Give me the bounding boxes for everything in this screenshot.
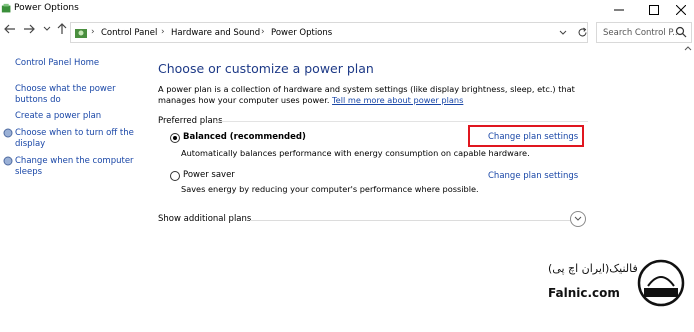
watermark-site-text: Falnic.com [548, 286, 620, 300]
intro-text: A power plan is a collection of hardware… [158, 84, 588, 106]
sidebar-item-label: display [15, 139, 46, 149]
highlight-box [468, 125, 584, 147]
back-button[interactable] [3, 23, 17, 37]
breadcrumb-separator: › [91, 27, 95, 37]
sidebar-item-label: buttons do [15, 95, 61, 105]
learn-more-link[interactable]: Tell me more about power plans [332, 95, 463, 105]
window-title: Power Options [14, 3, 79, 13]
divider [216, 121, 588, 122]
control-panel-icon [75, 29, 87, 38]
recent-locations-button[interactable] [40, 23, 54, 37]
control-panel-home-link[interactable]: Control Panel Home [15, 58, 99, 69]
refresh-icon [578, 27, 586, 36]
maximize-button[interactable] [641, 0, 667, 20]
scroll-up-button[interactable] [682, 45, 694, 55]
breadcrumb-control-panel[interactable]: Control Panel [101, 28, 157, 38]
page-title: Choose or customize a power plan [158, 61, 374, 76]
breadcrumb-separator: › [161, 27, 165, 37]
address-bar[interactable]: › Control Panel › Hardware and Sound › P… [70, 22, 588, 43]
sidebar-item-power-buttons[interactable]: Choose what the power buttons do [15, 84, 116, 106]
up-arrow-icon [57, 23, 67, 34]
forward-arrow-icon [24, 24, 35, 34]
forward-button[interactable] [22, 23, 36, 37]
display-settings-icon [3, 128, 13, 138]
sidebar-item-label: Choose what the power [15, 84, 116, 94]
maximize-icon [649, 5, 659, 15]
refresh-button[interactable] [574, 24, 590, 40]
sidebar-item-label: Create a power plan [15, 111, 102, 121]
back-arrow-icon [4, 24, 15, 34]
minimize-button[interactable] [606, 0, 632, 20]
falnic-logo-icon [637, 259, 685, 307]
search-input[interactable] [597, 23, 677, 42]
power-saver-change-plan-settings-link[interactable]: Change plan settings [488, 171, 578, 181]
balanced-plan-name[interactable]: Balanced (recommended) [183, 132, 306, 142]
chevron-down-icon [43, 26, 51, 31]
sidebar-item-label: sleeps [15, 167, 43, 177]
power-saver-plan-radio[interactable] [170, 171, 180, 181]
sidebar-item-create-plan[interactable]: Create a power plan [15, 111, 101, 122]
search-box[interactable] [596, 22, 692, 43]
divider [250, 220, 570, 221]
balanced-plan-radio[interactable] [170, 133, 180, 143]
chevron-down-icon[interactable] [559, 29, 567, 37]
intro-line-2: how your computer uses power. [198, 95, 330, 105]
sleep-settings-icon [3, 156, 13, 166]
breadcrumb-hardware-and-sound[interactable]: Hardware and Sound [171, 28, 260, 38]
expand-additional-plans-button[interactable] [570, 211, 586, 227]
chevron-down-icon [574, 216, 582, 221]
show-additional-plans-label[interactable]: Show additional plans [158, 214, 251, 224]
up-button[interactable] [55, 23, 69, 38]
title-bar: Power Options [0, 0, 694, 20]
power-saver-plan-name[interactable]: Power saver [183, 170, 235, 180]
close-icon [676, 5, 686, 15]
breadcrumb-power-options[interactable]: Power Options [271, 28, 332, 38]
power-options-app-icon [1, 3, 11, 13]
section-label-preferred-plans: Preferred plans [158, 116, 223, 126]
sidebar-item-sleep[interactable]: Change when the computer sleeps [15, 156, 134, 178]
sidebar-item-display-off[interactable]: Choose when to turn off the display [15, 128, 134, 150]
minimize-icon [614, 9, 624, 11]
chevron-up-icon [684, 46, 692, 51]
search-icon[interactable] [675, 26, 687, 38]
close-button[interactable] [668, 0, 694, 20]
breadcrumb-separator: › [261, 27, 265, 37]
sidebar-item-label: Change when the computer [15, 156, 134, 166]
power-saver-plan-description: Saves energy by reducing your computer's… [181, 184, 479, 194]
balanced-plan-description: Automatically balances performance with … [181, 148, 530, 158]
watermark-persian-text: فالنیک(ایران اچ پی) [548, 262, 638, 275]
sidebar-item-label: Choose when to turn off the [15, 128, 134, 138]
